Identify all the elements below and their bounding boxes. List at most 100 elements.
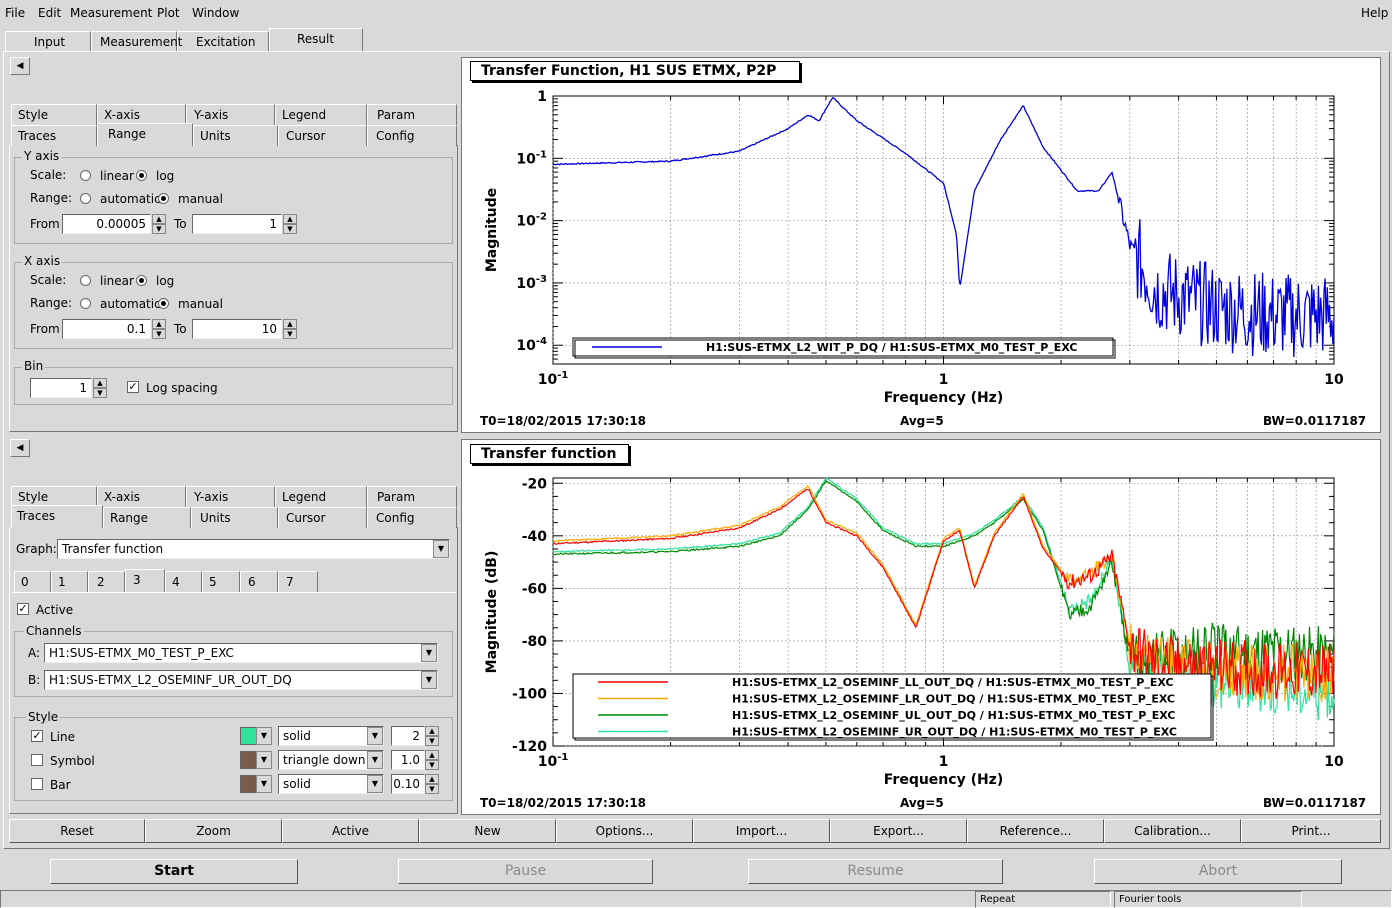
y-scale-linear-radio[interactable] — [80, 170, 91, 181]
tab-measurement[interactable]: Measurement — [91, 31, 182, 52]
trace-tab-7[interactable]: 7 — [278, 571, 318, 592]
p2-tab-param[interactable]: Param — [367, 486, 457, 507]
trace-tab-2[interactable]: 2 — [88, 571, 125, 592]
p2-tab-xaxis[interactable]: X-axis — [97, 486, 186, 507]
new-button[interactable]: New — [419, 819, 556, 843]
symbol-style-chevron-down-icon[interactable]: ▼ — [367, 751, 383, 769]
p1-tab-traces[interactable]: Traces — [11, 125, 97, 146]
y-range-automatic-radio[interactable] — [80, 193, 91, 204]
trace-tab-4[interactable]: 4 — [165, 571, 202, 592]
menu-help[interactable]: Help — [1361, 6, 1388, 20]
p2-tab-traces[interactable]: Traces — [11, 505, 103, 528]
options-button[interactable]: Options... — [556, 819, 693, 843]
p2-tab-cursor[interactable]: Cursor — [278, 507, 367, 528]
line-width-stepper[interactable]: ▲ ▼ — [425, 726, 439, 746]
symbol-checkbox[interactable] — [31, 754, 43, 766]
x-range-automatic-radio[interactable] — [80, 298, 91, 309]
p1-tab-style[interactable]: Style — [11, 104, 97, 125]
p1-tab-config[interactable]: Config — [367, 125, 457, 146]
tab-excitation[interactable]: Excitation — [177, 31, 269, 52]
export-button[interactable]: Export... — [830, 819, 967, 843]
p1-tab-legend[interactable]: Legend — [275, 104, 367, 125]
bar-color-chevron-down-icon[interactable]: ▼ — [256, 775, 272, 793]
tab-result[interactable]: Result — [269, 28, 363, 51]
x-scale-log-radio[interactable] — [136, 275, 147, 286]
p2-tab-range[interactable]: Range — [103, 507, 191, 528]
p2-tab-config[interactable]: Config — [367, 507, 457, 528]
y-to-stepper[interactable]: ▲ ▼ — [283, 214, 297, 234]
x-to-stepper[interactable]: ▲ ▼ — [283, 319, 297, 339]
abort-button[interactable]: Abort — [1094, 859, 1342, 884]
bar-width-stepper[interactable]: ▲ ▼ — [425, 774, 439, 794]
symbol-size-input[interactable]: 1.0 — [391, 750, 425, 770]
symbol-color-swatch[interactable] — [240, 751, 257, 769]
menu-edit[interactable]: Edit — [38, 6, 61, 20]
trace-tab-5[interactable]: 5 — [202, 571, 240, 592]
menu-measurement[interactable]: Measurement — [70, 6, 152, 20]
menu-file[interactable]: File — [5, 6, 25, 20]
collapse-left-button-2[interactable]: ◀ — [10, 439, 30, 457]
bar-style-chevron-down-icon[interactable]: ▼ — [367, 775, 383, 793]
x-range-manual-radio[interactable] — [158, 298, 169, 309]
channel-a-select[interactable]: H1:SUS-ETMX_M0_TEST_P_EXC — [44, 643, 438, 663]
import-button[interactable]: Import... — [693, 819, 830, 843]
bin-stepper[interactable]: ▲ ▼ — [93, 378, 107, 398]
y-range-manual-radio[interactable] — [158, 193, 169, 204]
symbol-size-stepper[interactable]: ▲ ▼ — [425, 750, 439, 770]
y-from-input[interactable]: 0.00005 — [62, 214, 151, 234]
p1-tab-units[interactable]: Units — [193, 125, 278, 146]
line-width-input[interactable]: 2 — [391, 726, 425, 746]
bin-input[interactable]: 1 — [30, 378, 92, 398]
line-style-chevron-down-icon[interactable]: ▼ — [367, 727, 383, 745]
p2-tab-style[interactable]: Style — [11, 486, 97, 507]
x-scale-linear-radio[interactable] — [80, 275, 91, 286]
plot2-chart[interactable]: -20 -40 -60 -80 -100 -12010-1 1 10 Frequency (Hz… — [462, 440, 1382, 816]
reset-button[interactable]: Reset — [9, 819, 145, 843]
channel-b-select[interactable]: H1:SUS-ETMX_L2_OSEMINF_UR_OUT_DQ — [44, 670, 438, 690]
bar-checkbox[interactable] — [31, 778, 43, 790]
line-color-swatch[interactable] — [240, 727, 257, 745]
p1-tab-param[interactable]: Param — [367, 104, 457, 125]
trace-tab-0[interactable]: 0 — [14, 571, 51, 592]
p2-tab-legend[interactable]: Legend — [275, 486, 367, 507]
y-to-input[interactable]: 1 — [192, 214, 282, 234]
x-from-input[interactable]: 0.1 — [62, 319, 151, 339]
p2-tab-units[interactable]: Units — [191, 507, 278, 528]
trace-tab-3[interactable]: 3 — [125, 569, 165, 592]
zoom-button[interactable]: Zoom — [145, 819, 282, 843]
trace-tab-6[interactable]: 6 — [240, 571, 278, 592]
p1-tab-xaxis[interactable]: X-axis — [97, 104, 186, 125]
trace-tab-1[interactable]: 1 — [51, 571, 88, 592]
plot1-pad[interactable]: Transfer Function, H1 SUS ETMX, P2P 10-4… — [461, 57, 1381, 433]
graph-select-chevron-down-icon[interactable]: ▼ — [433, 540, 449, 558]
x-to-input[interactable]: 10 — [192, 319, 282, 339]
graph-select[interactable]: Transfer function — [57, 539, 450, 559]
start-button[interactable]: Start — [50, 859, 298, 884]
p1-tab-range[interactable]: Range — [97, 123, 193, 146]
p1-tab-cursor[interactable]: Cursor — [278, 125, 367, 146]
plot2-pad[interactable]: Transfer function -20 -40 -60 -80 -100 -120 10… — [461, 439, 1381, 815]
reference-button[interactable]: Reference... — [967, 819, 1104, 843]
channel-a-chevron-down-icon[interactable]: ▼ — [421, 644, 437, 662]
line-checkbox[interactable]: ✓ — [31, 730, 43, 742]
p2-tab-yaxis[interactable]: Y-axis — [186, 486, 275, 507]
plot1-chart[interactable]: 10-4 10-3 10-2 10-1 1 10-1 1 10 Frequency (Hz) Ma… — [462, 58, 1382, 434]
symbol-color-chevron-down-icon[interactable]: ▼ — [256, 751, 272, 769]
active-button[interactable]: Active — [282, 819, 419, 843]
channel-b-chevron-down-icon[interactable]: ▼ — [421, 671, 437, 689]
y-from-stepper[interactable]: ▲ ▼ — [152, 214, 166, 234]
x-from-stepper[interactable]: ▲ ▼ — [152, 319, 166, 339]
active-checkbox[interactable]: ✓ — [17, 603, 29, 615]
collapse-left-button-1[interactable]: ◀ — [10, 57, 30, 75]
print-button[interactable]: Print... — [1241, 819, 1381, 843]
bar-width-input[interactable]: 0.10 — [391, 774, 425, 794]
menu-plot[interactable]: Plot — [157, 6, 180, 20]
tab-input[interactable]: Input — [5, 31, 91, 52]
p1-tab-yaxis[interactable]: Y-axis — [186, 104, 275, 125]
bar-color-swatch[interactable] — [240, 775, 257, 793]
line-color-chevron-down-icon[interactable]: ▼ — [256, 727, 272, 745]
menu-window[interactable]: Window — [192, 6, 239, 20]
calibration-button[interactable]: Calibration... — [1104, 819, 1241, 843]
pause-button[interactable]: Pause — [398, 859, 653, 884]
resume-button[interactable]: Resume — [748, 859, 1003, 884]
